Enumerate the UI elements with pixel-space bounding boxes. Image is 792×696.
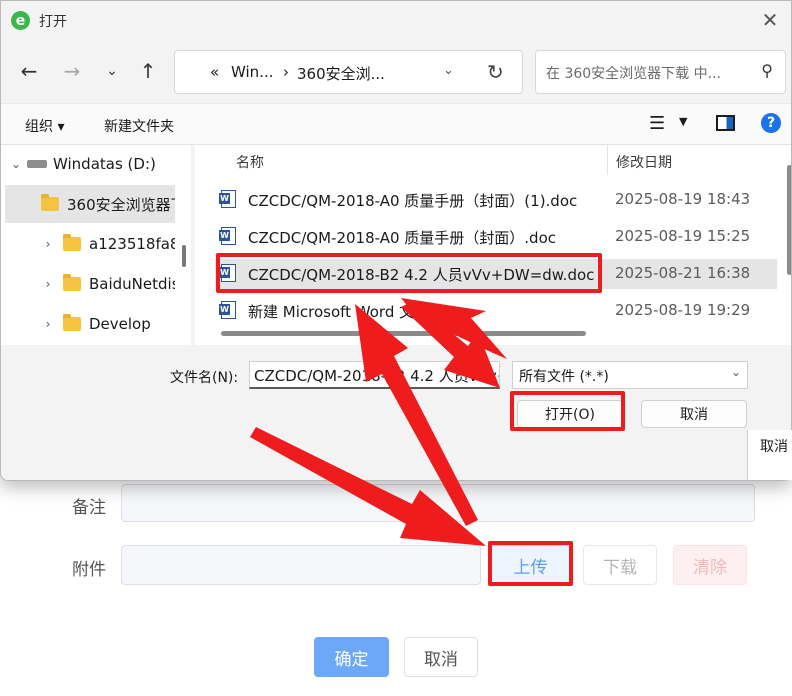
filename-label: 文件名(N): — [170, 370, 239, 386]
vertical-scrollbar[interactable] — [787, 165, 791, 275]
file-date: 2025-08-21 16:38 — [615, 264, 751, 282]
attachment-label: 附件 — [72, 560, 106, 580]
search-placeholder: 在 360安全浏览器下载 中... — [546, 66, 721, 82]
tree-item-drive[interactable]: ⌄ Windatas (D:) — [5, 145, 175, 183]
file-date: 2025-08-19 15:25 — [615, 227, 751, 245]
refresh-icon[interactable]: ↻ — [487, 60, 504, 84]
file-row[interactable]: CZCDC/QM-2018-A0 质量手册（封面）(1).doc 2025-08… — [215, 185, 777, 215]
drive-icon — [27, 160, 47, 168]
open-button[interactable]: 打开(O) — [517, 400, 623, 428]
background-cancel-text: 取消 — [760, 439, 788, 455]
tree-item-label: 360安全浏览器下载 — [67, 195, 175, 214]
word-doc-icon — [219, 301, 236, 319]
help-icon[interactable]: ? — [761, 113, 781, 133]
folder-icon — [63, 234, 81, 251]
up-arrow-icon[interactable]: ↑ — [134, 57, 162, 85]
form-cancel-button[interactable]: 取消 — [404, 637, 478, 677]
address-bar[interactable]: « Win... › 360安全浏... ⌄ ↻ — [174, 50, 523, 94]
new-folder-button[interactable]: 新建文件夹 — [104, 116, 174, 136]
view-dropdown-icon[interactable]: ▼ — [679, 115, 687, 128]
word-doc-icon — [219, 227, 236, 245]
file-date: 2025-08-19 18:43 — [615, 190, 751, 208]
file-name: CZCDC/QM-2018-B2 4.2 人员vVv+DW=dw.doc — [248, 266, 595, 284]
column-header-modified[interactable]: 修改日期 — [616, 152, 672, 172]
back-arrow-icon[interactable]: ← — [15, 57, 43, 85]
tree-item-downloads[interactable]: 360安全浏览器下载 — [5, 185, 175, 223]
column-divider[interactable] — [607, 145, 608, 175]
breadcrumb-item[interactable]: Win... — [231, 63, 273, 81]
folder-icon — [41, 194, 59, 211]
chevron-down-icon[interactable]: ⌄ — [5, 157, 27, 171]
nav-scrollbar[interactable] — [182, 245, 186, 267]
file-name: CZCDC/QM-2018-A0 质量手册（封面）.doc — [248, 229, 557, 247]
sort-ascending-icon: ⌃ — [413, 145, 423, 152]
chevron-down-icon: ⌄ — [730, 365, 741, 379]
download-button[interactable]: 下载 — [583, 545, 657, 585]
tree-item-label: BaiduNetdisk — [89, 275, 175, 293]
file-date: 2025-08-19 19:29 — [615, 301, 751, 319]
view-list-icon[interactable]: ☰ — [649, 113, 665, 134]
open-file-dialog: e 打开 ✕ ← → ⌄ ↑ « Win... › 360安全浏... ⌄ ↻ … — [0, 0, 792, 481]
breadcrumb-current[interactable]: 360安全浏... — [297, 63, 385, 84]
clear-button[interactable]: 清除 — [673, 545, 747, 585]
chevron-right-icon[interactable]: › — [33, 277, 63, 291]
browser-logo-icon: e — [11, 11, 30, 30]
search-box[interactable]: 在 360安全浏览器下载 中... ⚲ — [535, 50, 786, 94]
recent-locations-chevron-icon[interactable]: ⌄ — [98, 57, 126, 85]
upload-button[interactable]: 上传 — [490, 545, 571, 585]
command-bar: 组织 ▾ 新建文件夹 ☰ ▼ ? — [1, 103, 791, 145]
filename-input[interactable]: CZCDC/QM-2018-B2 4.2 人员vVv+DW=dw.doc — [249, 361, 500, 389]
dialog-footer: 文件名(N): CZCDC/QM-2018-B2 4.2 人员vVv+DW=dw… — [1, 345, 791, 480]
organize-menu[interactable]: 组织 ▾ — [25, 116, 64, 136]
file-row[interactable]: 新建 Microsoft Word 文档.docx 2025-08-19 19:… — [215, 296, 777, 326]
folder-icon — [63, 274, 81, 291]
navigation-pane: ⌄ Windatas (D:) 360安全浏览器下载 › a123518fa8 … — [1, 145, 191, 345]
chevron-right-icon[interactable]: › — [33, 237, 63, 251]
folder-icon — [63, 314, 81, 331]
remark-input[interactable] — [121, 484, 755, 522]
word-doc-icon — [219, 190, 236, 208]
filetype-select[interactable]: 所有文件 (*.*) ⌄ — [512, 361, 748, 389]
word-doc-icon — [219, 264, 236, 282]
dialog-title: 打开 — [39, 14, 67, 30]
search-icon[interactable]: ⚲ — [761, 61, 773, 80]
address-dropdown-icon[interactable]: ⌄ — [443, 63, 454, 78]
file-row-selected[interactable]: CZCDC/QM-2018-B2 4.2 人员vVv+DW=dw.doc 202… — [215, 259, 777, 289]
tree-item-label: Windatas (D:) — [53, 155, 156, 173]
forward-arrow-icon[interactable]: → — [58, 57, 86, 85]
background-dialog-fragment: 取消 — [747, 430, 792, 480]
remark-label: 备注 — [72, 498, 106, 518]
file-name: 新建 Microsoft Word 文档.docx — [248, 303, 470, 321]
chevron-right-icon[interactable]: › — [33, 317, 63, 331]
close-icon[interactable]: ✕ — [757, 6, 783, 34]
cancel-button[interactable]: 取消 — [641, 400, 747, 428]
file-list: ⌃ 名称 修改日期 CZCDC/QM-2018-A0 质量手册（封面）(1).d… — [195, 145, 791, 345]
attachment-input[interactable] — [121, 545, 481, 585]
breadcrumb-separator: › — [283, 63, 289, 81]
tree-item-folder[interactable]: › BaiduNetdisk — [5, 265, 175, 303]
file-name: CZCDC/QM-2018-A0 质量手册（封面）(1).doc — [248, 192, 578, 210]
tree-item-label: Develop — [89, 315, 151, 333]
horizontal-scrollbar[interactable] — [221, 331, 586, 336]
tree-item-folder[interactable]: › Develop — [5, 305, 175, 343]
title-bar: e 打开 ✕ — [1, 1, 791, 41]
breadcrumb-overflow[interactable]: « — [210, 63, 219, 81]
file-row[interactable]: CZCDC/QM-2018-A0 质量手册（封面）.doc 2025-08-19… — [215, 222, 777, 252]
column-header-name[interactable]: 名称 — [236, 152, 264, 172]
confirm-button[interactable]: 确定 — [314, 637, 389, 677]
filetype-value: 所有文件 (*.*) — [519, 369, 609, 385]
tree-item-folder[interactable]: › a123518fa8 — [5, 225, 175, 263]
navigation-bar: ← → ⌄ ↑ « Win... › 360安全浏... ⌄ ↻ 在 360安全… — [1, 41, 791, 103]
tree-item-label: a123518fa8 — [89, 235, 175, 253]
preview-pane-icon[interactable] — [716, 115, 735, 131]
